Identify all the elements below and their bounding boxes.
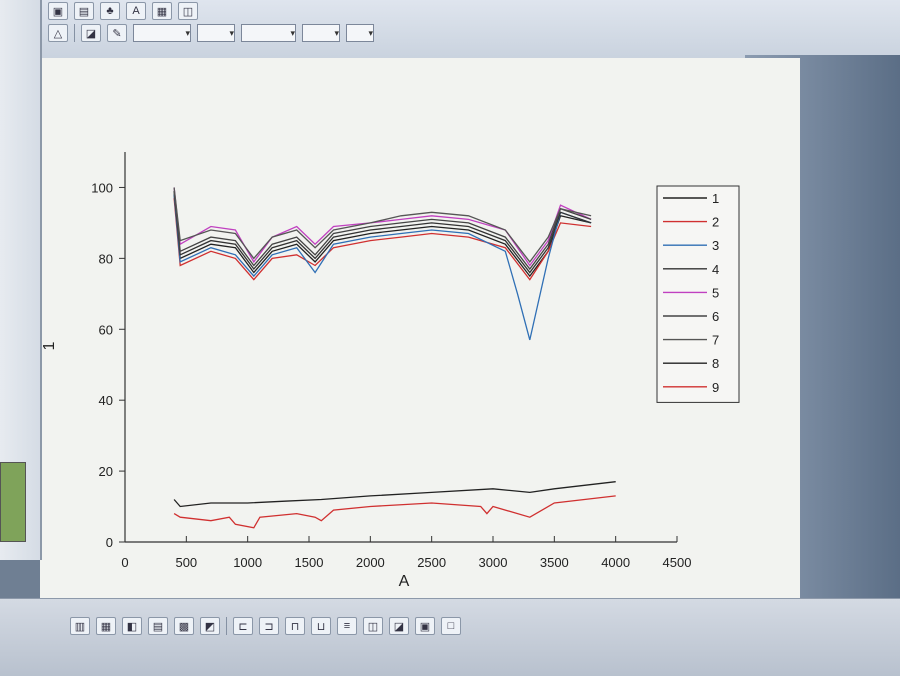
legend-label-1: 1 (712, 191, 719, 206)
y-tick-label: 60 (99, 322, 113, 337)
y-axis-title: 1 (41, 341, 58, 350)
x-tick-label: 500 (175, 555, 197, 570)
legend-label-5: 5 (712, 285, 719, 300)
legend-label-3: 3 (712, 238, 719, 253)
y-tick-label: 80 (99, 251, 113, 266)
x-tick-label: 2500 (417, 555, 446, 570)
x-tick-label: 1500 (295, 555, 324, 570)
axes: 0 500 1000 1500 2000 2500 3000 3500 4000 4500 0 20 4… (91, 152, 691, 570)
x-tick-label: 1000 (233, 555, 262, 570)
x-tick-label: 2000 (356, 555, 385, 570)
series-line-6 (173, 190, 592, 271)
legend: 1 2 3 4 5 6 7 8 9 (656, 185, 740, 403)
x-tick-label: 4500 (663, 555, 692, 570)
legend-label-8: 8 (712, 356, 719, 371)
legend-label-2: 2 (712, 215, 719, 230)
chart-svg: 0 500 1000 1500 2000 2500 3000 3500 4000 4500 0 20 4… (41, 152, 740, 590)
series-line-8 (173, 481, 616, 508)
x-axis-title: A (399, 573, 410, 590)
x-tick-label: 0 (121, 555, 128, 570)
x-tick-label: 4000 (601, 555, 630, 570)
y-tick-label: 0 (106, 535, 113, 550)
legend-label-6: 6 (712, 309, 719, 324)
legend-label-4: 4 (712, 262, 719, 277)
y-tick-label: 20 (99, 464, 113, 479)
y-tick-label: 40 (99, 393, 113, 408)
series-line-9 (173, 495, 616, 529)
legend-box (656, 185, 740, 403)
x-tick-label: 3500 (540, 555, 569, 570)
legend-label-7: 7 (712, 333, 719, 348)
series-layer (173, 187, 616, 529)
x-tick-label: 3000 (479, 555, 508, 570)
series-line-5 (173, 187, 592, 267)
legend-label-9: 9 (712, 380, 719, 395)
y-tick-label: 100 (91, 180, 113, 195)
